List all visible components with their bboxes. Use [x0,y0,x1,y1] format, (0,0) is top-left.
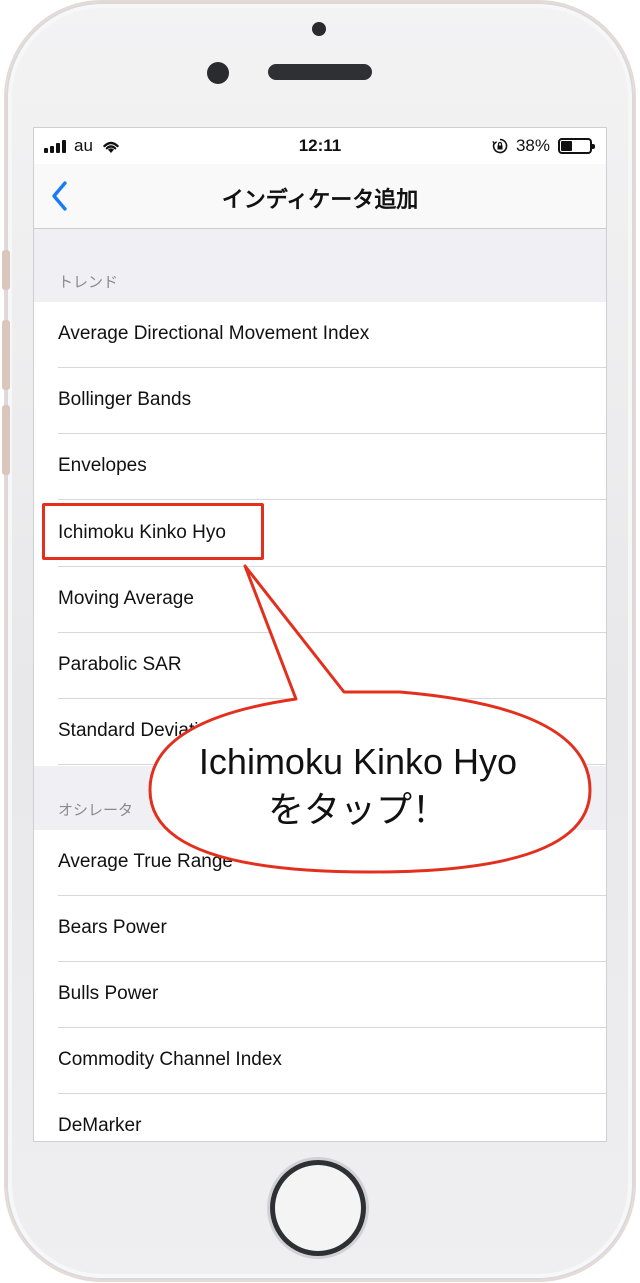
navigation-bar: インディケータ追加 [34,164,606,229]
list-item[interactable]: Bears Power [34,896,606,962]
list-item[interactable]: Bollinger Bands [34,368,606,434]
section-header-trend: トレンド [34,229,606,302]
callout-line-1: Ichimoku Kinko Hyo [198,741,518,782]
list-item[interactable]: Commodity Channel Index [34,1028,606,1094]
volume-down-button [2,405,10,475]
page-title: インディケータ追加 [221,187,419,212]
list-item[interactable]: Bulls Power [34,962,606,1028]
proximity-sensor [312,22,326,36]
list-item[interactable]: Average Directional Movement Index [34,302,606,368]
orientation-lock-icon [492,138,508,154]
earpiece-speaker [268,64,372,80]
battery-percent: 38% [515,136,550,155]
mute-switch [2,250,10,290]
battery-icon [558,138,595,154]
list-item[interactable]: Moving Average [34,567,606,633]
screen: au 12:11 38% インディケータ追加 トレンド Average Dire… [33,127,607,1142]
home-button[interactable] [270,1160,366,1256]
highlight-box [42,503,264,560]
status-bar: au 12:11 38% [34,128,606,164]
list-item[interactable]: Average True Range [34,830,606,896]
callout-line-2: をタップ！ [267,789,448,830]
front-camera [207,62,229,84]
callout-text: Ichimoku Kinko Hyo をタップ！ [152,738,564,834]
volume-up-button [2,320,10,390]
list-item[interactable]: Parabolic SAR [34,633,606,699]
list-item[interactable]: DeMarker [34,1094,606,1141]
list-item[interactable]: Envelopes [34,434,606,500]
